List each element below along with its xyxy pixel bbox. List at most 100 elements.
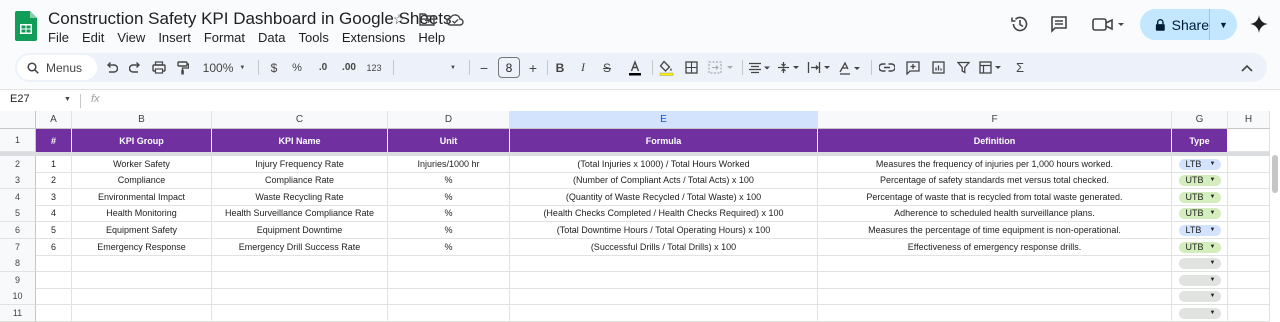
empty-cell[interactable] (388, 288, 510, 305)
font-size-input[interactable]: 8 (498, 57, 520, 78)
increase-font-size-icon[interactable]: + (525, 53, 541, 82)
cell-formula[interactable]: (Quantity of Waste Recycled / Total Wast… (510, 189, 818, 206)
cell-definition[interactable]: Adherence to scheduled health surveillan… (818, 205, 1172, 222)
row-header[interactable]: 9 (0, 272, 36, 289)
col-header-h[interactable]: H (1228, 111, 1270, 129)
select-all-corner[interactable] (0, 111, 36, 129)
type-dropdown-chip[interactable]: UTB ▼ (1178, 207, 1221, 219)
cell-group[interactable]: Equipment Safety (72, 222, 212, 239)
zoom-select[interactable]: 100% ▼ (200, 53, 248, 82)
cell-type[interactable]: ▼ (1172, 255, 1228, 272)
type-dropdown-chip[interactable]: UTB ▼ (1178, 174, 1221, 186)
font-family-dropdown-icon[interactable]: ▼ (445, 53, 461, 82)
empty-cell[interactable] (72, 272, 212, 289)
comments-icon[interactable] (1048, 13, 1070, 35)
cell-type[interactable]: UTB ▼ (1172, 239, 1228, 256)
text-color-icon[interactable] (626, 53, 644, 82)
cell-unit[interactable]: % (388, 189, 510, 206)
insert-comment-icon[interactable] (904, 53, 922, 82)
col-header-c[interactable]: C (212, 111, 388, 129)
move-folder-icon[interactable] (418, 10, 436, 28)
empty-cell[interactable] (1228, 222, 1270, 239)
type-dropdown-chip[interactable]: ▼ (1178, 290, 1221, 302)
cell-unit[interactable]: % (388, 239, 510, 256)
functions-icon[interactable]: Σ (1012, 53, 1028, 82)
type-dropdown-chip[interactable]: ▼ (1178, 274, 1221, 286)
cell-type[interactable]: ▼ (1172, 305, 1228, 322)
cell-formula[interactable]: (Total Injuries x 1000) / Total Hours Wo… (510, 156, 818, 173)
empty-cell[interactable] (388, 305, 510, 322)
cell-group[interactable]: Emergency Response (72, 239, 212, 256)
empty-cell[interactable] (510, 255, 818, 272)
increase-decimal-button[interactable]: .00 (338, 53, 360, 82)
cell-type[interactable]: UTB ▼ (1172, 172, 1228, 189)
paint-format-icon[interactable] (175, 53, 191, 82)
cell-name[interactable]: Injury Frequency Rate (212, 156, 388, 173)
col-header-g[interactable]: G (1172, 111, 1228, 129)
empty-cell[interactable] (36, 255, 72, 272)
spreadsheet-grid[interactable]: A B C D E F G H 1 # KPI Group KPI Name U… (0, 111, 1280, 322)
fill-color-icon[interactable] (657, 53, 675, 82)
col-header-e[interactable]: E (510, 111, 818, 129)
italic-icon[interactable]: I (575, 53, 591, 82)
cell-name[interactable]: Emergency Drill Success Rate (212, 239, 388, 256)
empty-cell[interactable] (388, 272, 510, 289)
cell-num[interactable]: 5 (36, 222, 72, 239)
cell-name[interactable]: Waste Recycling Rate (212, 189, 388, 206)
cell-group[interactable]: Compliance (72, 172, 212, 189)
row-header[interactable]: 5 (0, 205, 36, 222)
empty-cell[interactable] (510, 288, 818, 305)
col-header-d[interactable]: D (388, 111, 510, 129)
decrease-font-size-icon[interactable]: − (476, 53, 492, 82)
sheets-logo-icon[interactable] (15, 11, 37, 41)
vertical-scrollbar[interactable] (1272, 155, 1278, 193)
strikethrough-icon[interactable]: S (599, 53, 615, 82)
menu-help[interactable]: Help (418, 30, 445, 45)
empty-cell[interactable] (1228, 172, 1270, 189)
row-header[interactable]: 3 (0, 172, 36, 189)
empty-cell[interactable] (212, 255, 388, 272)
bold-icon[interactable]: B (552, 53, 568, 82)
cell-definition[interactable]: Effectiveness of emergency response dril… (818, 239, 1172, 256)
row-header[interactable]: 1 (0, 129, 36, 152)
borders-icon[interactable] (683, 53, 699, 82)
col-header-a[interactable]: A (36, 111, 72, 129)
header-cell-definition[interactable]: Definition (818, 129, 1172, 152)
empty-cell[interactable] (1228, 129, 1270, 152)
empty-cell[interactable] (510, 305, 818, 322)
header-cell-kpi-name[interactable]: KPI Name (212, 129, 388, 152)
cell-unit[interactable]: % (388, 205, 510, 222)
cell-formula[interactable]: (Health Checks Completed / Health Checks… (510, 205, 818, 222)
row-header[interactable]: 7 (0, 239, 36, 256)
cell-definition[interactable]: Measures the frequency of injuries per 1… (818, 156, 1172, 173)
type-dropdown-chip[interactable]: ▼ (1178, 307, 1221, 319)
undo-icon[interactable] (103, 53, 119, 82)
menu-view[interactable]: View (117, 30, 145, 45)
empty-cell[interactable] (212, 305, 388, 322)
insert-chart-icon[interactable] (929, 53, 947, 82)
empty-cell[interactable] (72, 255, 212, 272)
vertical-align-icon[interactable] (776, 53, 802, 82)
empty-cell[interactable] (1228, 272, 1270, 289)
horizontal-align-icon[interactable] (747, 53, 773, 82)
cell-num[interactable]: 3 (36, 189, 72, 206)
cell-unit[interactable]: Injuries/1000 hr (388, 156, 510, 173)
row-header[interactable]: 2 (0, 156, 36, 173)
empty-cell[interactable] (818, 305, 1172, 322)
cell-num[interactable]: 1 (36, 156, 72, 173)
empty-cell[interactable] (36, 272, 72, 289)
empty-cell[interactable] (72, 305, 212, 322)
empty-cell[interactable] (1228, 239, 1270, 256)
empty-cell[interactable] (1228, 189, 1270, 206)
cell-formula[interactable]: (Successful Drills / Total Drills) x 100 (510, 239, 818, 256)
empty-cell[interactable] (388, 255, 510, 272)
cell-num[interactable]: 6 (36, 239, 72, 256)
cell-type[interactable]: UTB ▼ (1172, 189, 1228, 206)
menu-tools[interactable]: Tools (298, 30, 328, 45)
empty-cell[interactable] (818, 288, 1172, 305)
cell-type[interactable]: ▼ (1172, 272, 1228, 289)
cloud-status-icon[interactable] (446, 10, 464, 28)
more-formats-button[interactable]: 123 (364, 53, 384, 82)
cell-definition[interactable]: Measures the percentage of time equipmen… (818, 222, 1172, 239)
empty-cell[interactable] (36, 305, 72, 322)
